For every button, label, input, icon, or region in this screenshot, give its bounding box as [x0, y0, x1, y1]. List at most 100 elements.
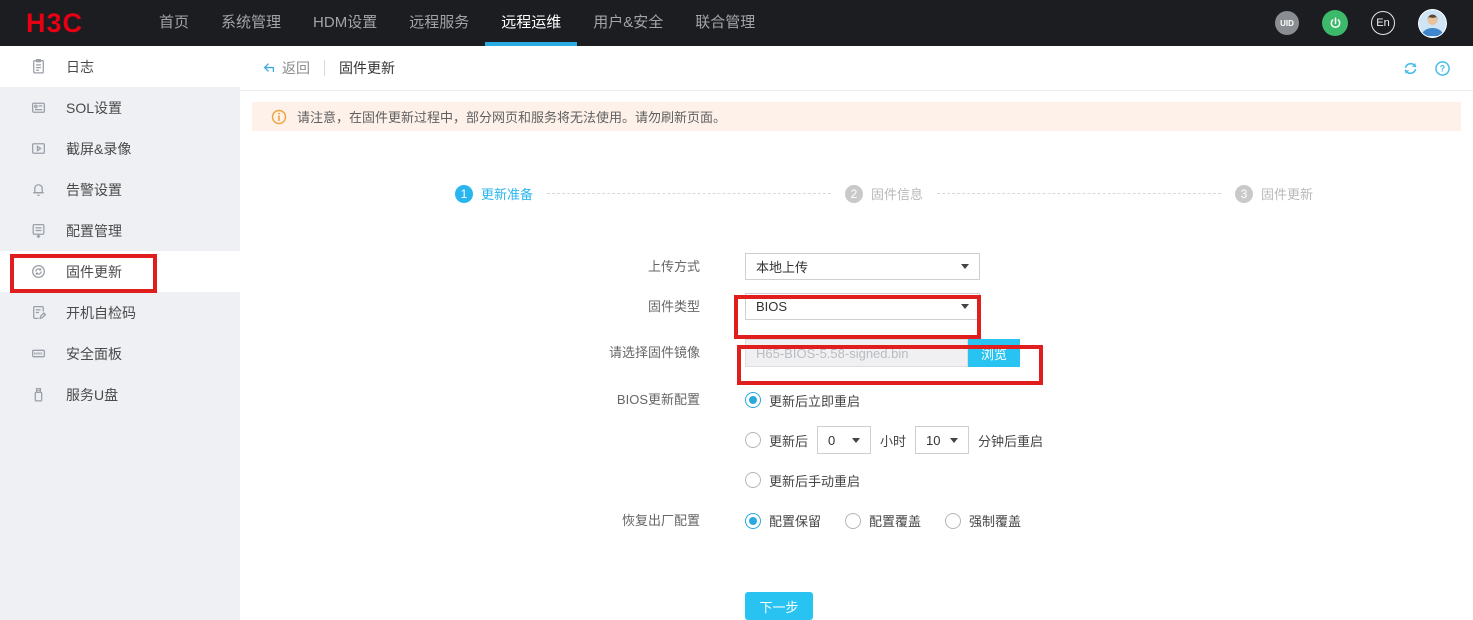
step-label: 固件信息: [871, 184, 923, 203]
sidebar-item-label: 安全面板: [66, 344, 122, 364]
sidebar-item-label: 服务U盘: [66, 385, 118, 405]
sidebar: 日志 SOL设置 截屏&录像 告警设置 配置管理: [0, 46, 240, 620]
delay-hours-select[interactable]: 0: [817, 426, 871, 454]
radio-label: 配置覆盖: [869, 511, 921, 530]
step-connector: [547, 193, 831, 194]
step-label: 更新准备: [481, 184, 533, 203]
warning-banner: 请注意，在固件更新过程中，部分网页和服务将无法使用。请勿刷新页面。: [252, 102, 1461, 131]
language-button[interactable]: En: [1371, 11, 1395, 35]
help-icon[interactable]: ?: [1434, 60, 1451, 77]
firmware-type-select[interactable]: BIOS: [745, 293, 980, 320]
power-button[interactable]: [1322, 10, 1348, 36]
h3c-logo[interactable]: H3C: [26, 8, 83, 39]
nav-item-remote-ops[interactable]: 远程运维: [485, 0, 577, 46]
alarm-settings-icon: [30, 181, 47, 198]
firmware-type-label: 固件类型: [240, 293, 700, 320]
nav-item-federation[interactable]: 联合管理: [679, 0, 771, 46]
chevron-down-icon: [852, 438, 860, 443]
sidebar-item-label: 日志: [66, 57, 94, 77]
back-label: 返回: [282, 58, 310, 78]
screen-record-icon: [30, 140, 47, 157]
breadcrumb: 返回 固件更新 ?: [240, 46, 1473, 91]
sol-settings-icon: [30, 99, 47, 116]
firmware-image-label: 请选择固件镜像: [240, 339, 700, 366]
firmware-update-form: 上传方式 本地上传 固件类型 BIOS 请选择固: [240, 253, 1473, 620]
nav-item-hdm-settings[interactable]: HDM设置: [297, 0, 393, 46]
sidebar-item-label: 告警设置: [66, 180, 122, 200]
step-update-prepare: 1 更新准备: [455, 184, 533, 203]
post-code-icon: [30, 304, 47, 321]
sidebar-item-security-panel[interactable]: 安全面板: [0, 333, 240, 374]
back-arrow-icon: [262, 61, 276, 75]
delay-minutes-value: 10: [926, 433, 940, 448]
next-step-button[interactable]: 下一步: [745, 592, 813, 620]
factory-config-label: 恢复出厂配置: [240, 507, 700, 534]
main-content: 返回 固件更新 ? 请注意，在固件更新过程中，部分网页和服务将无法使用。请勿刷新…: [240, 46, 1473, 620]
radio-restart-manual[interactable]: 更新后手动重启: [745, 471, 860, 490]
sidebar-item-firmware-update[interactable]: 固件更新: [0, 251, 240, 292]
sidebar-item-service-usb[interactable]: 服务U盘: [0, 374, 240, 415]
nav-item-home[interactable]: 首页: [143, 0, 205, 46]
nav-item-system-management[interactable]: 系统管理: [205, 0, 297, 46]
step-label: 固件更新: [1261, 184, 1313, 203]
radio-label: 强制覆盖: [969, 511, 1021, 530]
top-nav: H3C 首页 系统管理 HDM设置 远程服务 远程运维 用户&安全 联合管理 U…: [0, 0, 1473, 46]
uid-button[interactable]: UID: [1275, 11, 1299, 35]
stepper: 1 更新准备 2 固件信息 3 固件更新: [240, 184, 1473, 203]
bios-update-config-row: BIOS更新配置 更新后立即重启 更新后: [240, 386, 1473, 494]
radio-restart-immediately[interactable]: 更新后立即重启: [745, 391, 860, 410]
radio-button-icon: [845, 513, 861, 529]
nav-item-remote-services[interactable]: 远程服务: [393, 0, 485, 46]
nav-right-actions: UID En: [1275, 9, 1447, 38]
svg-text:?: ?: [1440, 63, 1446, 73]
step-number: 3: [1235, 185, 1253, 203]
sidebar-item-sol-settings[interactable]: SOL设置: [0, 87, 240, 128]
power-icon: [1328, 16, 1343, 31]
radio-button-icon: [745, 472, 761, 488]
sidebar-item-config-management[interactable]: 配置管理: [0, 210, 240, 251]
log-icon: [30, 58, 47, 75]
back-button[interactable]: 返回: [262, 58, 310, 78]
upload-method-value: 本地上传: [756, 257, 808, 276]
radio-button-icon: [745, 513, 761, 529]
upload-method-label: 上传方式: [240, 253, 700, 280]
refresh-icon[interactable]: [1402, 60, 1419, 77]
hours-unit-label: 小时: [880, 431, 906, 450]
main-menu: 首页 系统管理 HDM设置 远程服务 远程运维 用户&安全 联合管理: [143, 0, 771, 46]
minutes-suffix-label: 分钟后重启: [978, 431, 1043, 450]
warning-banner-text: 请注意，在固件更新过程中，部分网页和服务将无法使用。请勿刷新页面。: [297, 107, 726, 126]
firmware-type-value: BIOS: [756, 299, 787, 314]
sidebar-item-alarm-settings[interactable]: 告警设置: [0, 169, 240, 210]
avatar[interactable]: [1418, 9, 1447, 38]
delay-minutes-select[interactable]: 10: [915, 426, 969, 454]
step-connector: [937, 193, 1221, 194]
sidebar-item-log[interactable]: 日志: [0, 46, 240, 87]
radio-label-prefix: 更新后: [769, 431, 808, 450]
radio-config-overwrite[interactable]: 配置覆盖: [845, 511, 921, 530]
step-number: 1: [455, 185, 473, 203]
sidebar-item-label: SOL设置: [66, 98, 122, 118]
nav-item-user-security[interactable]: 用户&安全: [577, 0, 679, 46]
sidebar-item-screen-record[interactable]: 截屏&录像: [0, 128, 240, 169]
firmware-image-input: H65-BIOS-5.58-signed.bin: [745, 339, 968, 367]
warning-info-icon: [271, 109, 287, 125]
chevron-down-icon: [961, 264, 969, 269]
radio-button-icon: [745, 392, 761, 408]
avatar-image: [1418, 9, 1447, 38]
sidebar-item-label: 开机自检码: [66, 303, 136, 323]
radio-restart-delayed[interactable]: 更新后: [745, 431, 808, 450]
browse-button[interactable]: 浏览: [968, 339, 1020, 367]
radio-button-icon: [945, 513, 961, 529]
page-title: 固件更新: [339, 58, 395, 78]
radio-button-icon: [745, 432, 761, 448]
step-number: 2: [845, 185, 863, 203]
sidebar-item-label: 截屏&录像: [66, 139, 131, 159]
security-panel-icon: [30, 345, 47, 362]
bios-update-config-label: BIOS更新配置: [240, 386, 700, 413]
upload-method-select[interactable]: 本地上传: [745, 253, 980, 280]
radio-config-retain[interactable]: 配置保留: [745, 511, 821, 530]
upload-method-row: 上传方式 本地上传: [240, 253, 1473, 280]
radio-config-force-overwrite[interactable]: 强制覆盖: [945, 511, 1021, 530]
sidebar-item-post-code[interactable]: 开机自检码: [0, 292, 240, 333]
chevron-down-icon: [961, 304, 969, 309]
